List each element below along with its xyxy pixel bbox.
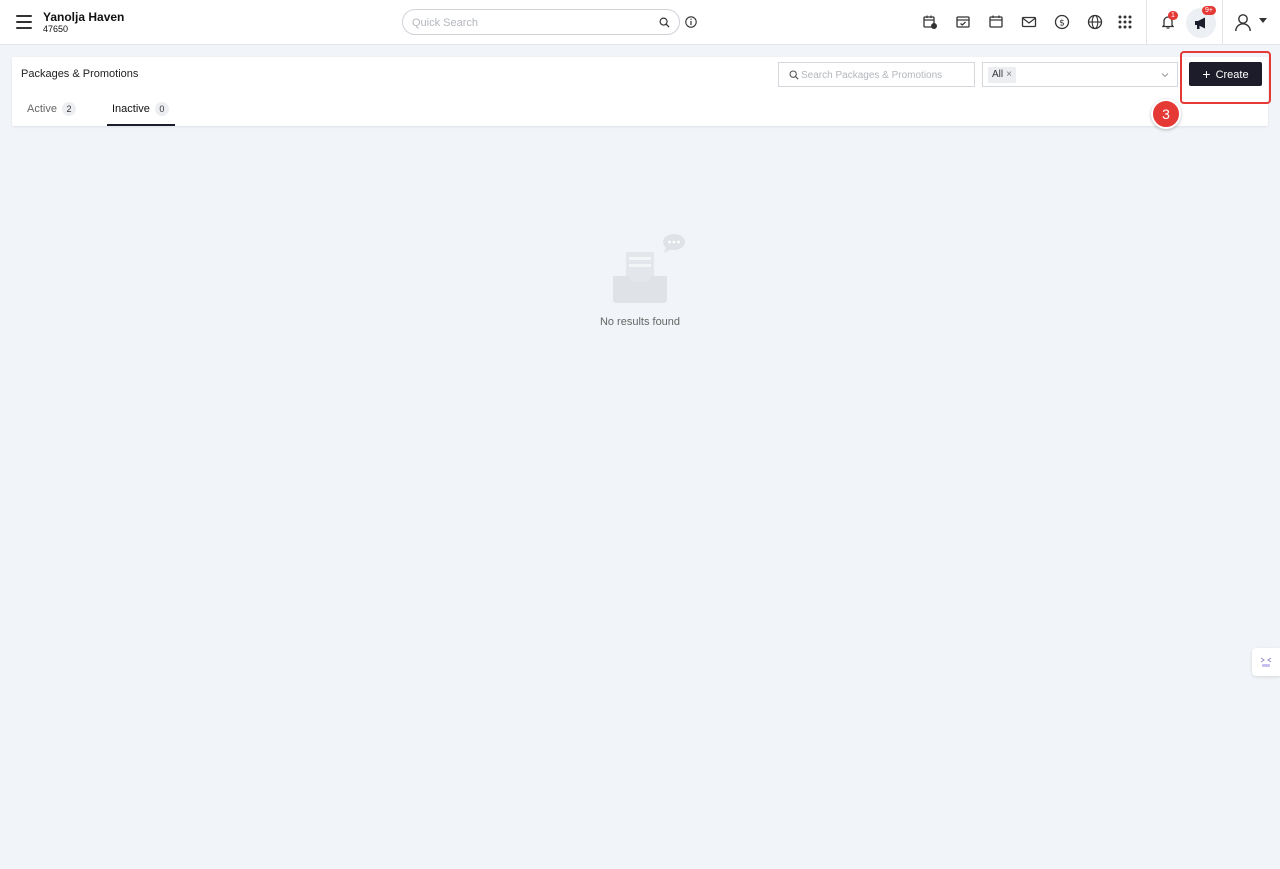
divider (1146, 0, 1147, 45)
apps-grid-icon[interactable] (1117, 14, 1133, 30)
search-icon[interactable] (659, 17, 670, 28)
packages-promotions-panel: Packages & Promotions All× +Create Activ… (12, 57, 1268, 126)
empty-inbox-icon (613, 234, 685, 303)
dollar-icon[interactable]: $ (1054, 14, 1070, 30)
svg-text:$: $ (1059, 19, 1065, 29)
property-name: Yanolja Haven (43, 10, 125, 24)
user-menu[interactable] (1233, 13, 1269, 33)
assistant-icon (1260, 657, 1272, 667)
tab-count: 2 (61, 102, 76, 116)
top-navigation-bar: Yanolja Haven 47650 $ 1 9+ (0, 0, 1280, 45)
filter-tag: All × (988, 67, 1016, 83)
create-button-highlight (1180, 51, 1271, 104)
package-search-input[interactable] (801, 67, 969, 83)
announcement-badge: 9+ (1202, 6, 1216, 15)
remove-tag-icon[interactable]: × (1006, 69, 1012, 80)
quick-search-input[interactable] (412, 14, 652, 31)
tab-label: Inactive (112, 103, 150, 115)
property-code: 47650 (43, 24, 69, 34)
status-filter-select[interactable]: All × (982, 62, 1178, 87)
globe-icon[interactable] (1087, 14, 1103, 30)
tab-count: 0 (154, 102, 169, 116)
filter-tag-label: All (992, 69, 1004, 80)
tab-active[interactable]: Active 2 (27, 96, 77, 126)
calendar-add-icon[interactable] (922, 14, 938, 30)
mail-icon[interactable] (1021, 14, 1037, 30)
tab-inactive[interactable]: Inactive 0 (107, 96, 175, 126)
megaphone-icon (1195, 17, 1205, 29)
empty-state-message: No results found (599, 316, 681, 328)
search-icon (789, 70, 799, 80)
step-marker: 3 (1151, 99, 1181, 129)
notification-badge: 1 (1168, 11, 1178, 20)
property-info: Yanolja Haven 47650 (43, 10, 124, 35)
calendar-check-icon[interactable] (955, 14, 971, 30)
calendar-icon[interactable] (988, 14, 1004, 30)
page-title: Packages & Promotions (21, 68, 139, 80)
chevron-down-icon (1161, 73, 1169, 78)
menu-icon[interactable] (16, 15, 32, 29)
package-search-box (778, 62, 975, 87)
user-icon (1235, 14, 1251, 32)
quick-search-box (402, 9, 680, 35)
info-icon[interactable] (685, 16, 697, 28)
caret-down-icon (1259, 18, 1267, 23)
tab-label: Active (27, 103, 57, 115)
floating-assistant-widget[interactable] (1252, 648, 1280, 676)
divider (1222, 0, 1223, 45)
